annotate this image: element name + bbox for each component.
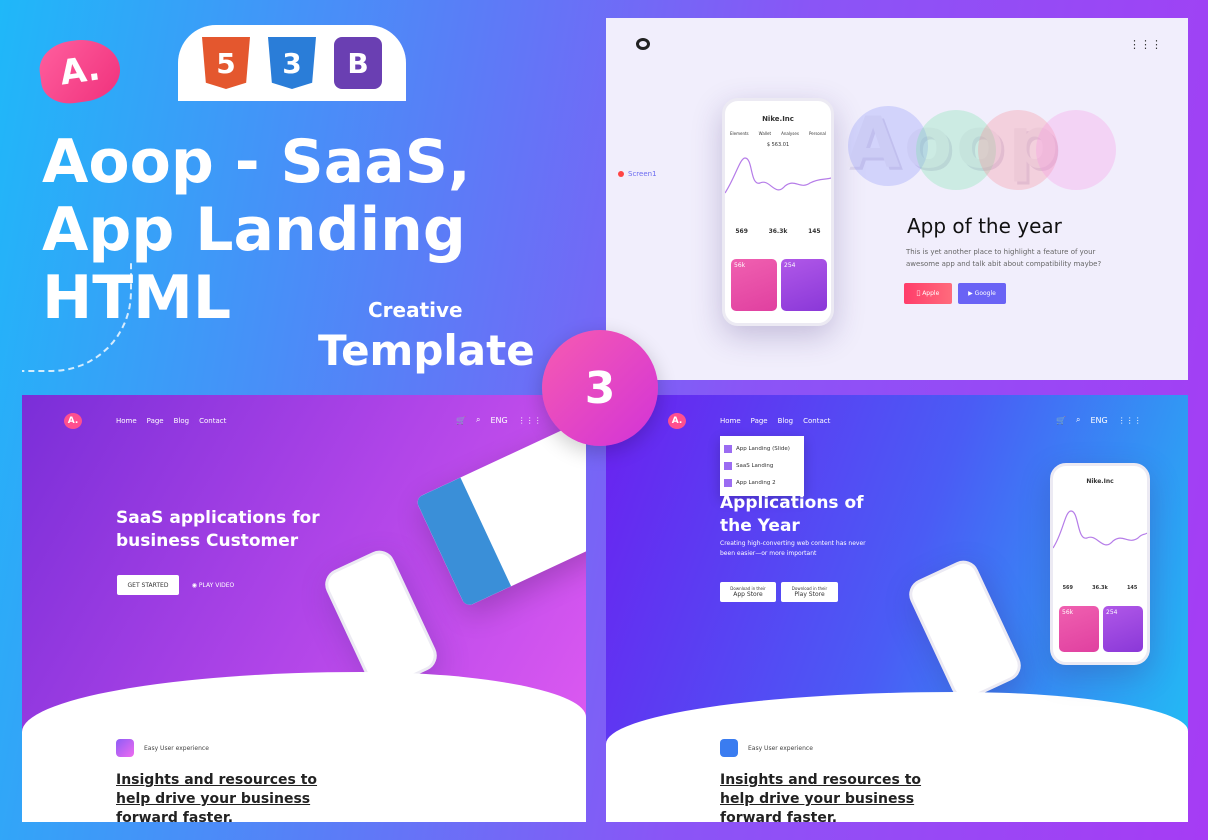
panel-logo: A. (64, 413, 82, 429)
apple-button[interactable]:  Apple (904, 283, 952, 304)
hero-heading: SaaS applications for business Customer (116, 508, 320, 551)
nav-contact[interactable]: Contact (199, 417, 226, 425)
header-tools: 🛒 ⌕ ENG ⋮⋮⋮ (1056, 415, 1142, 425)
grid-menu-icon[interactable]: ⋮⋮⋮ (518, 416, 542, 425)
preview-app-landing: ⋮⋮⋮ Screen1 Nike.Inc Elements Wallet Analy… (606, 18, 1188, 380)
subtitle-template: Template (318, 326, 535, 375)
html5-icon: 5 (202, 37, 250, 89)
stat-card: 56k (731, 259, 777, 311)
stat-card: 254 (1103, 606, 1143, 652)
search-icon[interactable]: ⌕ (1076, 415, 1080, 425)
stat-value: 36.3k (768, 228, 788, 235)
app-store-button[interactable]: Download in their App Store (720, 582, 776, 602)
panel-logo-icon (636, 38, 650, 50)
preview-app-landing-2: A. Home Page Blog Contact App Landing (Slid… (606, 395, 1188, 822)
nav-blog[interactable]: Blog (778, 417, 793, 425)
stat-value: 145 (808, 228, 821, 235)
brand-logo: A. (36, 34, 124, 108)
cart-icon[interactable]: 🛒 (456, 416, 466, 425)
page-dropdown: App Landing (Slide) SaaS Landing App Lan… (720, 436, 804, 496)
panel-logo: A. (668, 413, 686, 429)
header-tools: 🛒 ⌕ ENG ⋮⋮⋮ (456, 415, 542, 425)
dashed-arrow (22, 262, 132, 372)
nav-menu: Home Page Blog Contact (116, 417, 226, 425)
tech-badges: 5 3 B (178, 25, 406, 101)
nav-contact[interactable]: Contact (803, 417, 830, 425)
feature-label: Easy User experience (116, 739, 209, 757)
screen-label: Screen1 (628, 170, 657, 178)
subtitle-creative: Creative (368, 298, 463, 322)
stat-card: 56k (1059, 606, 1099, 652)
phone-tab: Elements (730, 131, 749, 136)
stat-value: 569 (735, 228, 748, 235)
count-badge: 3 (542, 330, 658, 446)
phone-line-chart (724, 157, 832, 194)
screen-indicator[interactable]: Screen1 (618, 170, 657, 178)
dropdown-item[interactable]: App Landing (Slide) (724, 440, 800, 457)
play-store-button[interactable]: Download in their Play Store (781, 582, 838, 602)
language-select[interactable]: ENG (1090, 416, 1107, 425)
hero-text: Creating high-converting web content has… (720, 540, 866, 557)
get-started-button[interactable]: GET STARTED (117, 575, 179, 595)
feature-icon (720, 739, 738, 757)
cart-icon[interactable]: 🛒 (1056, 416, 1066, 425)
phone-tab: Personal (808, 131, 826, 136)
phone-mockup-small (903, 555, 1027, 705)
phone-tab: Analyses (781, 131, 799, 136)
insights-heading[interactable]: Insights and resources to help drive you… (116, 771, 326, 822)
tablet-mockup (415, 422, 586, 608)
phone-company: Nike.Inc (762, 115, 794, 123)
phone-mockup: Nike.Inc 569 36.3k 145 56k 254 (1050, 463, 1150, 665)
play-video-button[interactable]: ◉ PLAY VIDEO (188, 575, 238, 595)
dropdown-item[interactable]: SaaS Landing (724, 457, 800, 474)
phone-mockup: Nike.Inc Elements Wallet Analyses Personal … (722, 98, 834, 326)
nav-home[interactable]: Home (720, 417, 741, 425)
nav-page[interactable]: Page (751, 417, 768, 425)
stat-card: 254 (781, 259, 827, 311)
dot-icon (618, 171, 624, 177)
phone-tab: Wallet (758, 131, 772, 136)
css3-icon: 3 (268, 37, 316, 89)
search-icon[interactable]: ⌕ (476, 415, 480, 425)
language-select[interactable]: ENG (490, 416, 507, 425)
nav-blog[interactable]: Blog (174, 417, 189, 425)
feature-label: Easy User experience (720, 739, 813, 757)
nav-page[interactable]: Page (147, 417, 164, 425)
nav-menu: Home Page Blog Contact (720, 417, 830, 425)
insights-heading[interactable]: Insights and resources to help drive you… (720, 771, 930, 822)
section-text: This is yet another place to highlight a… (906, 248, 1102, 268)
preview-saas-landing: A. Home Page Blog Contact 🛒 ⌕ ENG ⋮⋮⋮ SaaS app… (22, 395, 586, 822)
bootstrap-icon: B (334, 37, 382, 89)
grid-menu-icon[interactable]: ⋮⋮⋮ (1118, 416, 1142, 425)
dropdown-item[interactable]: App Landing 2 (724, 474, 800, 491)
grid-menu-icon[interactable]: ⋮⋮⋮ (1129, 38, 1162, 51)
hero-heading: Applications of the Year (720, 493, 864, 536)
nav-home[interactable]: Home (116, 417, 137, 425)
google-button[interactable]: ▶ Google (958, 283, 1006, 304)
section-heading: App of the year (907, 214, 1062, 238)
feature-icon (116, 739, 134, 757)
